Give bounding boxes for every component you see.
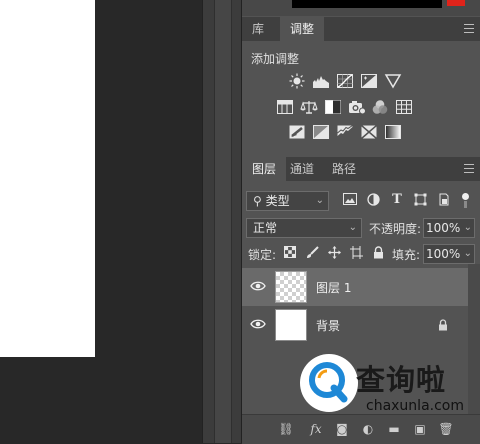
fx-icon[interactable]: fx bbox=[308, 422, 324, 436]
chevron-down-icon: ⌄ bbox=[463, 248, 472, 259]
watermark-title: 查询啦 bbox=[356, 363, 447, 397]
adjustment-icon[interactable]: ◐ bbox=[360, 422, 376, 436]
link-icon[interactable]: ⛓ bbox=[278, 422, 294, 436]
opacity-value: 100% bbox=[426, 221, 461, 235]
layers-scrollbar[interactable] bbox=[468, 264, 480, 414]
photo-filter-icon[interactable] bbox=[348, 99, 366, 115]
mask-icon[interactable]: ◙ bbox=[334, 422, 350, 436]
lock-position-icon[interactable] bbox=[326, 246, 342, 262]
fill-label: 填充: bbox=[392, 248, 421, 262]
lock-icon bbox=[438, 319, 448, 334]
lock-label: 锁定: bbox=[248, 248, 277, 262]
chevron-down-icon: ⌄ bbox=[463, 222, 472, 233]
blend-mode-select[interactable]: 正常 ⌄ bbox=[246, 218, 362, 238]
chevron-down-icon: ⌄ bbox=[315, 195, 324, 206]
type-layer-filter-icon[interactable]: T bbox=[389, 192, 405, 208]
hue-saturation-icon[interactable] bbox=[276, 99, 294, 115]
shape-layer-filter-icon[interactable] bbox=[412, 193, 428, 209]
panel-menu-icon[interactable] bbox=[464, 24, 474, 34]
group-icon[interactable]: ▬ bbox=[386, 422, 402, 436]
opacity-field[interactable]: 100% ⌄ bbox=[423, 218, 475, 238]
panel-dock-strip bbox=[202, 0, 242, 443]
selective-color-icon[interactable] bbox=[360, 124, 378, 140]
eye-icon[interactable] bbox=[250, 280, 266, 292]
color-bar bbox=[292, 0, 442, 8]
invert-icon[interactable] bbox=[288, 124, 306, 140]
lock-all-icon[interactable] bbox=[370, 246, 386, 262]
chevron-down-icon: ⌄ bbox=[348, 222, 357, 233]
color-panel-remnant bbox=[242, 0, 480, 16]
tab-paths[interactable]: 路径 bbox=[322, 157, 366, 181]
adjust-panel-tabbar: 库 调整 bbox=[242, 17, 480, 41]
filter-toggle[interactable] bbox=[460, 191, 470, 209]
fill-value: 100% bbox=[426, 247, 461, 261]
alert-swatch[interactable] bbox=[447, 0, 465, 6]
tab-adjustments[interactable]: 调整 bbox=[280, 17, 325, 41]
levels-icon[interactable] bbox=[312, 73, 330, 89]
layers-panel-tabbar: 图层 通道 路径 bbox=[242, 157, 480, 181]
exposure-icon[interactable] bbox=[360, 73, 378, 89]
new-layer-icon[interactable]: ▣ bbox=[412, 422, 428, 436]
lock-transparent-pixels-icon[interactable] bbox=[282, 246, 298, 262]
channel-mixer-icon[interactable] bbox=[371, 99, 389, 115]
vibrance-triangle-icon[interactable] bbox=[384, 73, 402, 89]
layer-name[interactable]: 背景 bbox=[316, 317, 340, 334]
smart-object-filter-icon[interactable] bbox=[435, 193, 451, 209]
lock-artboard-icon[interactable] bbox=[348, 246, 364, 262]
document-canvas[interactable] bbox=[0, 0, 95, 357]
color-balance-icon[interactable] bbox=[300, 99, 318, 115]
curves-icon[interactable] bbox=[336, 73, 354, 89]
trash-icon[interactable]: 🗑 bbox=[438, 422, 454, 436]
tab-channels[interactable]: 通道 bbox=[280, 157, 324, 181]
watermark-logo: 查询啦 chaxunla.com bbox=[300, 354, 468, 424]
watermark-url: chaxunla.com bbox=[366, 398, 464, 414]
brightness-contrast-icon[interactable] bbox=[288, 73, 306, 89]
layer-filter-label: 类型 bbox=[265, 194, 290, 208]
gradient-map-icon[interactable] bbox=[384, 124, 402, 140]
color-lookup-icon[interactable] bbox=[395, 99, 413, 115]
layer-row[interactable]: 背景 bbox=[242, 306, 468, 344]
blend-mode-value: 正常 bbox=[253, 221, 278, 235]
black-white-icon[interactable] bbox=[324, 99, 342, 115]
posterize-icon[interactable] bbox=[312, 124, 330, 140]
search-icon: ⚲ bbox=[253, 194, 262, 208]
canvas-area[interactable] bbox=[0, 0, 202, 443]
watermark-magnifier-icon bbox=[300, 354, 358, 412]
tab-library[interactable]: 库 bbox=[242, 17, 274, 41]
pixel-layer-filter-icon[interactable] bbox=[342, 193, 358, 209]
layer-thumbnail bbox=[275, 271, 307, 303]
layer-thumbnail bbox=[275, 309, 307, 341]
eye-icon[interactable] bbox=[250, 318, 266, 330]
opacity-label: 不透明度: bbox=[369, 222, 422, 236]
lock-image-pixels-icon[interactable] bbox=[304, 246, 320, 262]
fill-field[interactable]: 100% ⌄ bbox=[423, 244, 475, 264]
panel-menu-icon[interactable] bbox=[464, 164, 474, 174]
layer-name[interactable]: 图层 1 bbox=[316, 279, 351, 296]
add-adjustment-title: 添加调整 bbox=[251, 52, 300, 66]
layer-row[interactable]: 图层 1 bbox=[242, 268, 468, 306]
threshold-icon[interactable] bbox=[336, 124, 354, 140]
layer-filter-select[interactable]: ⚲ 类型 ⌄ bbox=[246, 191, 329, 211]
adjustment-layer-filter-icon[interactable] bbox=[365, 193, 381, 209]
